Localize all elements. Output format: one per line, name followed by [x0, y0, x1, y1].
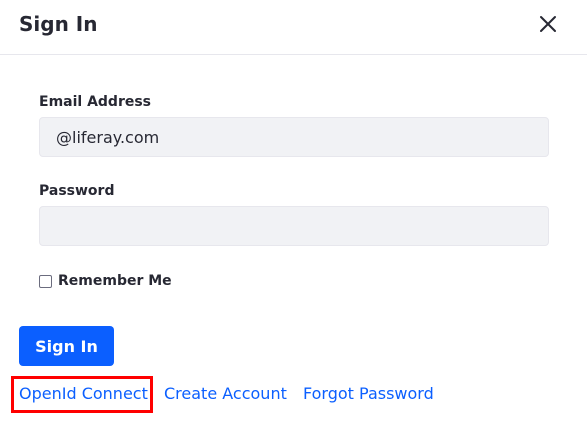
create-account-link[interactable]: Create Account	[164, 384, 287, 404]
email-field[interactable]	[39, 117, 549, 157]
sign-in-button[interactable]: Sign In	[19, 326, 114, 366]
sign-in-modal: Sign In Email Address Password Remember …	[0, 0, 587, 442]
password-field[interactable]	[39, 206, 549, 246]
close-button[interactable]	[536, 12, 560, 36]
remember-me-row: Remember Me	[39, 272, 172, 290]
modal-title: Sign In	[19, 12, 98, 36]
close-icon	[540, 16, 556, 32]
modal-header: Sign In	[0, 0, 587, 55]
forgot-password-link[interactable]: Forgot Password	[303, 384, 434, 404]
remember-me-checkbox[interactable]	[39, 274, 52, 288]
password-label: Password	[39, 183, 115, 199]
openid-connect-link[interactable]: OpenId Connect	[19, 384, 148, 404]
remember-me-label[interactable]: Remember Me	[58, 273, 172, 289]
email-label: Email Address	[39, 94, 152, 110]
